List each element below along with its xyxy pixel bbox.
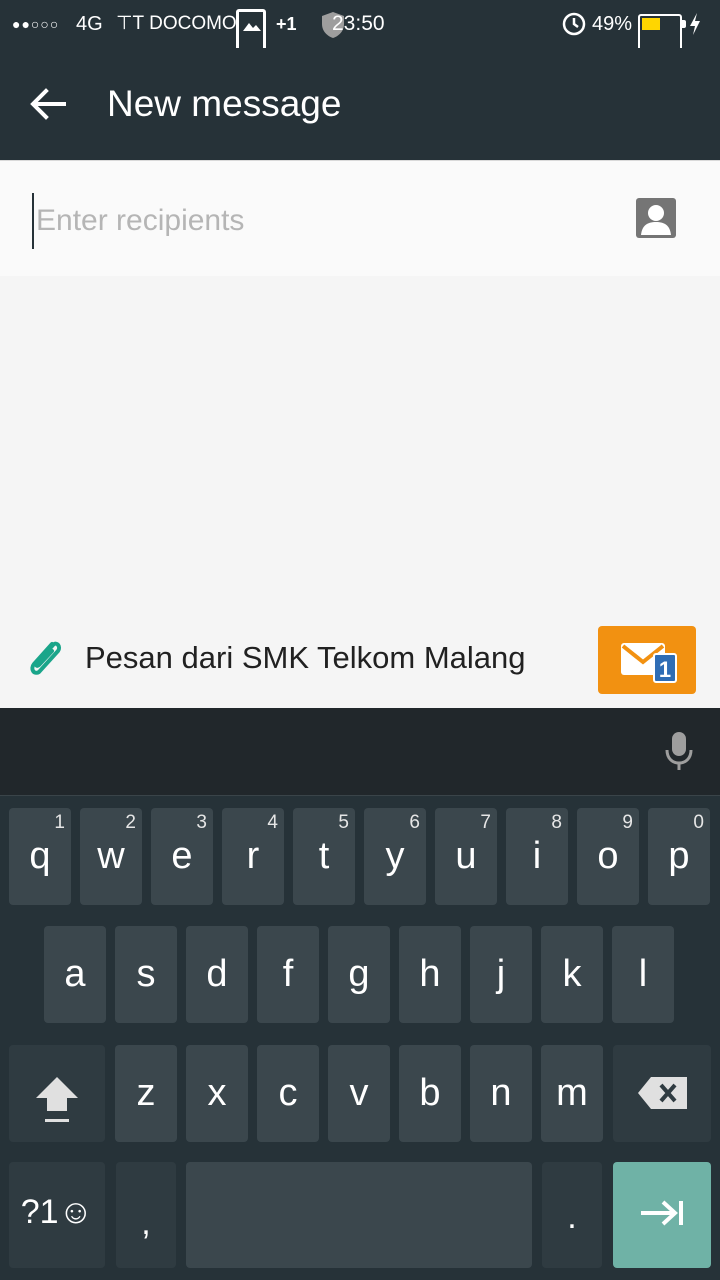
key-z[interactable]: z xyxy=(115,1045,177,1142)
comma-key[interactable]: , xyxy=(116,1162,176,1268)
key-h[interactable]: h xyxy=(399,926,461,1023)
key-label: p xyxy=(668,835,690,877)
key-label: g xyxy=(348,953,370,995)
key-label: v xyxy=(349,1072,369,1114)
network-type: 4G xyxy=(76,13,103,35)
key-label: r xyxy=(246,835,260,877)
clock: 23:50 xyxy=(332,12,385,35)
key-hint: 7 xyxy=(480,812,491,833)
key-hint: 2 xyxy=(125,812,136,833)
key-m[interactable]: m xyxy=(541,1045,603,1142)
key-f[interactable]: f xyxy=(257,926,319,1023)
message-content-area[interactable]: Pesan dari SMK Telkom Malang 1 xyxy=(0,160,720,708)
key-hint: 0 xyxy=(693,812,704,833)
key-hint: 6 xyxy=(409,812,420,833)
key-d[interactable]: d xyxy=(186,926,248,1023)
key-label: w xyxy=(97,835,125,877)
key-n[interactable]: n xyxy=(470,1045,532,1142)
key-label: a xyxy=(64,953,86,995)
key-label: i xyxy=(532,835,542,877)
status-bar: ●●○○○ 4G ⊤T DOCOMO +1 23:50 49% xyxy=(0,0,720,62)
space-key[interactable] xyxy=(186,1162,532,1268)
attachment-clip-icon[interactable] xyxy=(22,636,66,685)
key-hint: 1 xyxy=(54,812,65,833)
key-e[interactable]: 3e xyxy=(151,808,213,905)
microphone-icon[interactable] xyxy=(662,730,696,777)
key-t[interactable]: 5t xyxy=(293,808,355,905)
key-u[interactable]: 7u xyxy=(435,808,497,905)
key-label: z xyxy=(136,1072,156,1114)
key-label: k xyxy=(562,953,582,995)
key-hint: 8 xyxy=(551,812,562,833)
shift-arrow-icon xyxy=(33,1073,81,1130)
key-x[interactable]: x xyxy=(186,1045,248,1142)
key-label: o xyxy=(597,835,619,877)
key-label: q xyxy=(29,835,51,877)
back-arrow-icon[interactable] xyxy=(28,84,68,124)
battery-percent: 49% xyxy=(592,13,633,35)
message-text[interactable]: Pesan dari SMK Telkom Malang xyxy=(85,638,526,678)
key-label: h xyxy=(419,953,441,995)
key-label: d xyxy=(206,953,228,995)
period-key[interactable]: . xyxy=(542,1162,602,1268)
key-s[interactable]: s xyxy=(115,926,177,1023)
carrier-name: ⊤T DOCOMO xyxy=(116,13,237,34)
notification-count: +1 xyxy=(276,14,297,34)
delete-key[interactable] xyxy=(613,1045,711,1142)
key-hint: 3 xyxy=(196,812,207,833)
symbols-key-label: ?1☺ xyxy=(20,1193,94,1231)
key-k[interactable]: k xyxy=(541,926,603,1023)
send-sim1-button[interactable]: 1 xyxy=(598,626,696,694)
comma-key-label: , xyxy=(141,1204,151,1242)
key-a[interactable]: a xyxy=(44,926,106,1023)
key-label: c xyxy=(278,1072,298,1114)
key-hint: 5 xyxy=(338,812,349,833)
page-title: New message xyxy=(107,83,342,124)
key-hint: 9 xyxy=(622,812,633,833)
key-label: f xyxy=(282,953,294,995)
symbols-key[interactable]: ?1☺ xyxy=(9,1162,105,1268)
battery-level-fill xyxy=(642,18,660,30)
key-c[interactable]: c xyxy=(257,1045,319,1142)
key-hint: 4 xyxy=(267,812,278,833)
key-label: n xyxy=(490,1072,512,1114)
key-r[interactable]: 4r xyxy=(222,808,284,905)
key-q[interactable]: 1q xyxy=(9,808,71,905)
key-label: t xyxy=(318,835,330,877)
shift-key[interactable] xyxy=(9,1045,105,1142)
key-g[interactable]: g xyxy=(328,926,390,1023)
backspace-icon xyxy=(637,1075,689,1116)
key-label: b xyxy=(419,1072,441,1114)
key-label: j xyxy=(496,953,506,995)
key-y[interactable]: 6y xyxy=(364,808,426,905)
key-label: m xyxy=(556,1072,588,1114)
next-field-key[interactable] xyxy=(613,1162,711,1268)
key-label: u xyxy=(455,835,477,877)
key-o[interactable]: 9o xyxy=(577,808,639,905)
tab-arrow-icon xyxy=(639,1198,685,1233)
key-v[interactable]: v xyxy=(328,1045,390,1142)
sim-badge: 1 xyxy=(653,653,677,683)
key-label: x xyxy=(207,1072,227,1114)
signal-strength: ●●○○○ xyxy=(12,16,60,32)
keyboard-suggestion-bar xyxy=(0,708,720,796)
recipients-row xyxy=(0,160,720,276)
key-w[interactable]: 2w xyxy=(80,808,142,905)
key-label: e xyxy=(171,835,193,877)
key-b[interactable]: b xyxy=(399,1045,461,1142)
key-p[interactable]: 0p xyxy=(648,808,710,905)
period-key-label: . xyxy=(567,1198,577,1236)
recipients-input[interactable] xyxy=(32,193,592,249)
app-bar: New message xyxy=(0,48,720,160)
key-l[interactable]: l xyxy=(612,926,674,1023)
soft-keyboard: 1q2w3e4r5t6y7u8i9o0p asdfghjkl zxcvbnm ?… xyxy=(0,708,720,1280)
contact-picker-icon[interactable] xyxy=(636,198,676,238)
key-label: y xyxy=(385,835,405,877)
key-label: s xyxy=(136,953,156,995)
key-i[interactable]: 8i xyxy=(506,808,568,905)
key-j[interactable]: j xyxy=(470,926,532,1023)
key-label: l xyxy=(638,953,648,995)
